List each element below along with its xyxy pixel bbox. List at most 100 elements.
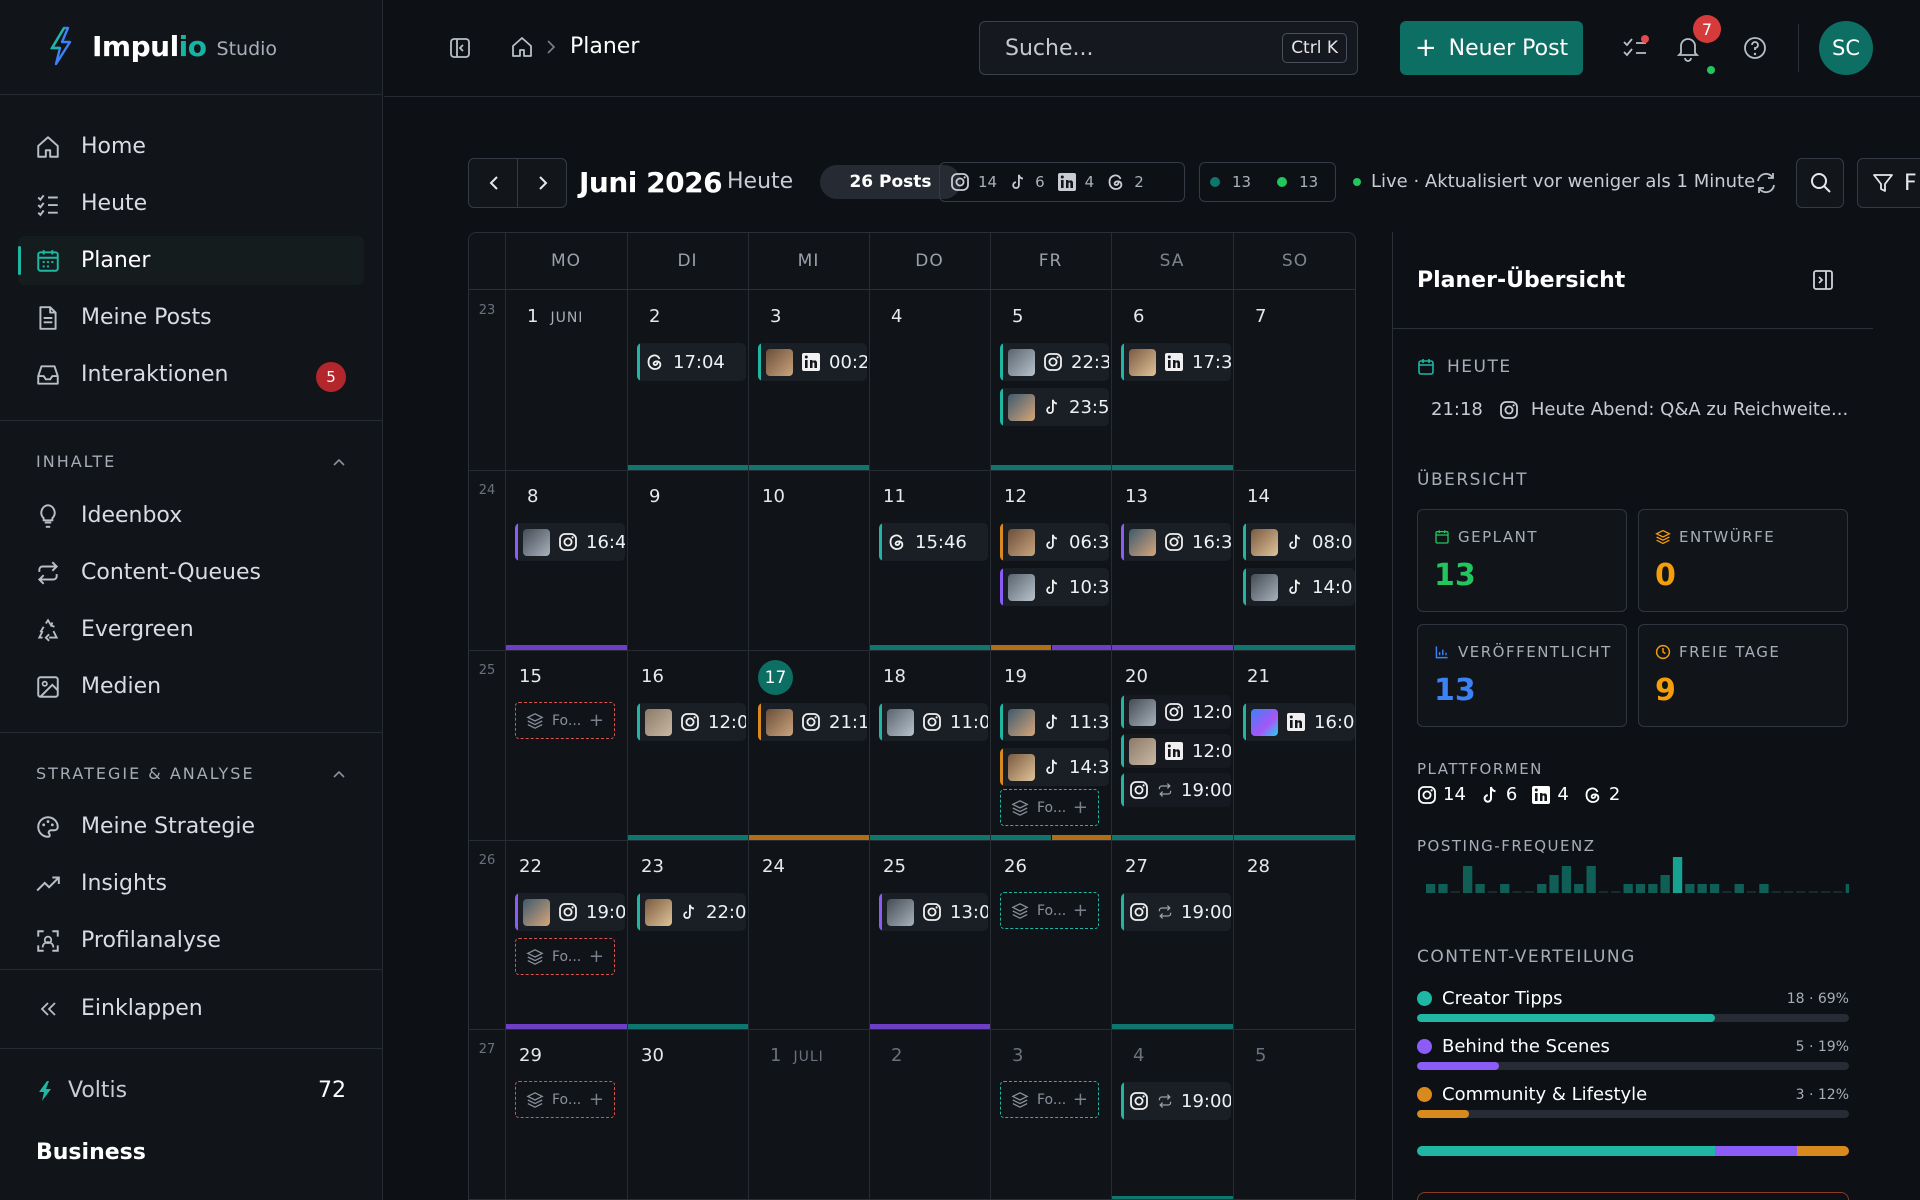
sidebar-item-planer[interactable]: Planer [18, 236, 364, 285]
day-number[interactable]: 3 [770, 306, 781, 327]
day-number[interactable]: 7 [1255, 306, 1266, 327]
search-input[interactable]: Suche... Ctrl K [979, 21, 1358, 75]
scheduled-post[interactable]: 17:04 [637, 343, 746, 381]
scheduled-post[interactable]: 16:3 [1121, 523, 1231, 561]
empty-slot-placeholder[interactable]: Fo... + [515, 702, 615, 739]
day-number[interactable]: 25 [883, 856, 906, 877]
home-icon[interactable] [510, 35, 534, 59]
sidebar-item-content-queues[interactable]: Content-Queues [18, 548, 364, 597]
voltis-credits[interactable]: Voltis 72 [36, 1078, 346, 1103]
day-number[interactable]: 18 [883, 666, 906, 687]
scheduled-post[interactable]: 19:00 [1121, 773, 1231, 807]
day-number[interactable]: 21 [1247, 666, 1270, 687]
section-content-header[interactable]: INHALTE [36, 452, 346, 471]
day-number[interactable]: 10 [762, 486, 785, 507]
day-number[interactable]: 19 [1004, 666, 1027, 687]
kpi-card-freie tage[interactable]: FREIE TAGE 9 [1638, 624, 1848, 727]
day-number[interactable]: 26 [1004, 856, 1027, 877]
day-number[interactable]: 23 [641, 856, 664, 877]
empty-slot-placeholder[interactable]: Fo... + [1000, 1081, 1099, 1118]
kpi-card-entwürfe[interactable]: ENTWÜRFE 0 [1638, 509, 1848, 612]
chevron-right-icon[interactable] [532, 172, 552, 194]
day-number[interactable]: 11 [883, 486, 906, 507]
chevron-left-icon[interactable] [485, 172, 505, 194]
kpi-card-veröffentlicht[interactable]: VERÖFFENTLICHT 13 [1417, 624, 1627, 727]
collapse-button[interactable]: Einklappen [18, 984, 364, 1033]
day-number[interactable]: 2 [649, 306, 660, 327]
scheduled-post[interactable]: 19:0 [515, 893, 625, 931]
day-number[interactable]: 13 [1125, 486, 1148, 507]
today-post[interactable]: 21:18 Heute Abend: Q&A zu Reichweite... [1431, 399, 1848, 420]
scheduled-post[interactable]: 13:0 [879, 893, 988, 931]
distribution-row[interactable]: Behind the Scenes 5 · 19% [1417, 1036, 1849, 1070]
sidebar-item-evergreen[interactable]: Evergreen [18, 605, 364, 654]
scheduled-post[interactable]: 19:00 [1121, 893, 1231, 931]
day-number[interactable]: 29 [519, 1045, 542, 1066]
scheduled-post[interactable]: 16:0 [1243, 703, 1355, 741]
new-post-button[interactable]: + Neuer Post [1400, 21, 1583, 75]
scheduled-post[interactable]: 22:0 [637, 893, 746, 931]
distribution-row[interactable]: Community & Lifestyle 3 · 12% [1417, 1084, 1849, 1118]
scheduled-post[interactable]: 22:3 [1000, 343, 1109, 381]
sidebar-toggle-icon[interactable] [448, 36, 472, 60]
empty-slot-placeholder[interactable]: Fo... + [1000, 892, 1099, 929]
scheduled-post[interactable]: 11:3 [1000, 703, 1109, 741]
day-number[interactable]: 2 [891, 1045, 902, 1066]
day-number[interactable]: 1 JULI [770, 1045, 824, 1066]
day-number[interactable]: 27 [1125, 856, 1148, 877]
panel-collapse-icon[interactable] [1811, 268, 1835, 292]
empty-slot-placeholder[interactable]: Fo... + [515, 938, 615, 975]
today-day-number[interactable]: 17 [758, 660, 793, 695]
scheduled-post[interactable]: 12:0 [1121, 734, 1231, 768]
scheduled-post[interactable]: 00:2 [758, 343, 867, 381]
scheduled-post[interactable]: 19:00 [1121, 1082, 1231, 1120]
sidebar-item-medien[interactable]: Medien [18, 662, 364, 711]
empty-slot-placeholder[interactable]: Fo... + [1000, 789, 1099, 826]
brand-logo[interactable]: Impulio Studio [46, 26, 277, 66]
day-number[interactable]: 12 [1004, 486, 1027, 507]
distribution-row[interactable]: Creator Tipps 18 · 69% [1417, 988, 1849, 1022]
scheduled-post[interactable]: 17:3 [1121, 343, 1231, 381]
day-number[interactable]: 30 [641, 1045, 664, 1066]
scheduled-post[interactable]: 12:0 [637, 703, 746, 741]
scheduled-post[interactable]: 21:1 [758, 703, 867, 741]
day-number[interactable]: 16 [641, 666, 664, 687]
day-number[interactable]: 14 [1247, 486, 1270, 507]
day-number[interactable]: 28 [1247, 856, 1270, 877]
day-number[interactable]: 1 JUNI [527, 306, 583, 327]
day-number[interactable]: 20 [1125, 666, 1148, 687]
help-icon[interactable] [1742, 35, 1768, 61]
breadcrumb[interactable]: Planer [570, 34, 639, 59]
day-number[interactable]: 9 [649, 486, 660, 507]
filter-button[interactable]: F [1857, 158, 1920, 208]
day-number[interactable]: 8 [527, 486, 538, 507]
day-number[interactable]: 6 [1133, 306, 1144, 327]
sidebar-item-heute[interactable]: Heute [18, 179, 364, 228]
sidebar-item-ideenbox[interactable]: Ideenbox [18, 491, 364, 540]
sidebar-item-home[interactable]: Home [18, 122, 364, 171]
scheduled-post[interactable]: 08:0 [1243, 523, 1355, 561]
scheduled-post[interactable]: 16:4 [515, 523, 625, 561]
day-number[interactable]: 22 [519, 856, 542, 877]
avatar[interactable]: SC [1819, 21, 1873, 75]
tasks-icon[interactable] [1621, 35, 1649, 61]
scheduled-post[interactable]: 15:46 [879, 523, 988, 561]
sidebar-item-interaktionen[interactable]: Interaktionen 5 [18, 350, 364, 399]
search-button[interactable] [1796, 158, 1844, 208]
scheduled-post[interactable]: 23:5 [1000, 388, 1109, 426]
sidebar-item-meine-posts[interactable]: Meine Posts [18, 293, 364, 342]
day-number[interactable]: 24 [762, 856, 785, 877]
scheduled-post[interactable]: 06:3 [1000, 523, 1109, 561]
scheduled-post[interactable]: 14:3 [1000, 748, 1109, 786]
sidebar-item-meine-strategie[interactable]: Meine Strategie [18, 802, 364, 851]
day-number[interactable]: 4 [891, 306, 902, 327]
today-button[interactable]: Heute [727, 169, 793, 194]
day-number[interactable]: 15 [519, 666, 542, 687]
sidebar-item-insights[interactable]: Insights [18, 859, 364, 908]
scheduled-post[interactable]: 12:0 [1121, 695, 1231, 729]
day-number[interactable]: 5 [1012, 306, 1023, 327]
day-number[interactable]: 4 [1133, 1045, 1144, 1066]
kpi-card-geplant[interactable]: GEPLANT 13 [1417, 509, 1627, 612]
section-strategy-header[interactable]: STRATEGIE & ANALYSE [36, 764, 346, 783]
day-number[interactable]: 3 [1012, 1045, 1023, 1066]
